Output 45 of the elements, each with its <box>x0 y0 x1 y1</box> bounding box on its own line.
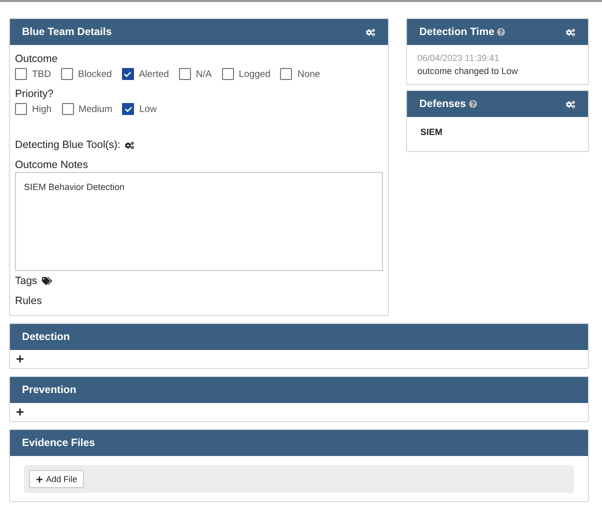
checkbox[interactable] <box>122 103 134 115</box>
checkbox-label: Logged <box>238 68 270 80</box>
panel-title: Detection Time <box>419 26 494 38</box>
checkbox[interactable] <box>178 68 191 80</box>
checkbox[interactable] <box>62 103 74 115</box>
timestamp: 06/04/2023 11:39:41 <box>417 53 500 63</box>
notes-field[interactable]: SIEM Behavior Detection <box>15 172 384 271</box>
checkbox-label: TBD <box>32 68 51 80</box>
tags-icon[interactable] <box>42 276 52 286</box>
add-icon[interactable] <box>16 355 24 363</box>
panel-title: Prevention <box>22 384 76 396</box>
field-label: Detecting Blue Tool(s): <box>15 139 120 151</box>
settings-icon[interactable] <box>366 28 376 36</box>
checkbox[interactable] <box>222 68 234 80</box>
group-label: Outcome <box>15 53 59 65</box>
field-label: Outcome Notes <box>15 159 89 171</box>
checkbox-label: None <box>297 68 320 80</box>
add-file-button[interactable]: Add File <box>29 470 84 488</box>
plus-icon <box>36 476 43 482</box>
checkbox-label: Medium <box>78 104 112 114</box>
add-icon[interactable] <box>16 408 24 416</box>
checkbox-label: N/A <box>196 68 212 80</box>
checkbox[interactable] <box>15 68 27 80</box>
settings-icon[interactable] <box>566 28 575 36</box>
panel-title: Detection <box>22 331 70 343</box>
field-label: Rules <box>15 295 43 307</box>
history-note: outcome changed to Low <box>417 66 519 76</box>
settings-icon[interactable] <box>125 140 134 150</box>
checkbox[interactable] <box>280 68 292 80</box>
checkbox[interactable] <box>122 68 134 80</box>
checkbox[interactable] <box>61 68 73 80</box>
field-label: Tags <box>15 275 38 287</box>
checkbox-label: High <box>32 104 52 114</box>
checkbox-label: Blocked <box>78 68 112 80</box>
group-label: Priority? <box>15 88 55 100</box>
panel-title: Evidence Files <box>22 437 95 449</box>
checkbox-label: Low <box>139 104 157 114</box>
defense-item: SIEM <box>420 127 444 137</box>
checkbox[interactable] <box>15 103 27 115</box>
help-icon[interactable] <box>469 100 478 108</box>
panel-title: Blue Team Details <box>22 26 112 38</box>
help-icon[interactable] <box>497 28 506 36</box>
settings-icon[interactable] <box>566 100 575 108</box>
checkbox-label: Alerted <box>138 68 169 80</box>
panel-title: Defenses <box>419 98 466 110</box>
